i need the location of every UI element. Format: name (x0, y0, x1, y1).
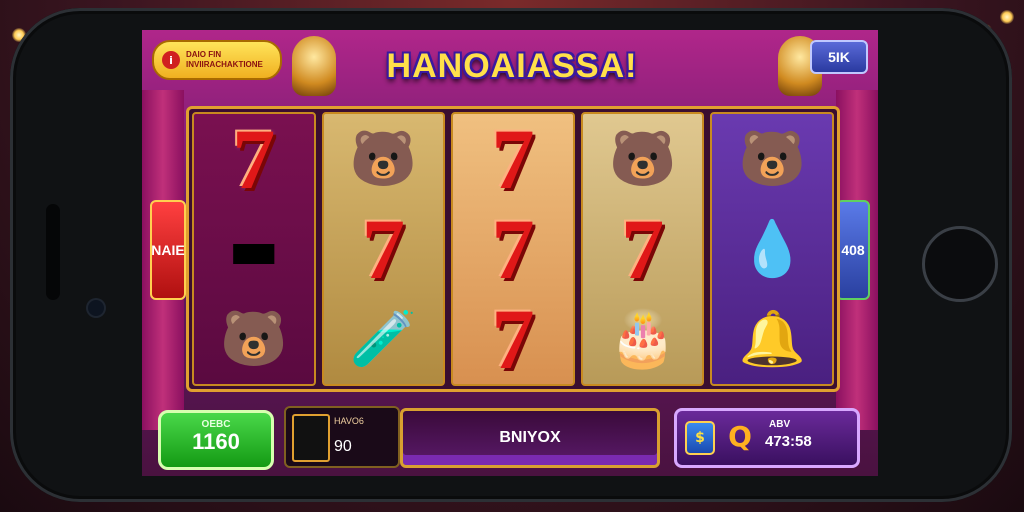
green-cap-bear-icon: 🐻 (608, 127, 677, 190)
side-left-label: NAIE (150, 200, 186, 300)
gold-bar-icon: ▬ (228, 217, 280, 281)
purple-potion-icon: 🧪 (349, 307, 418, 370)
left-lamp (292, 36, 336, 96)
red-seven-icon: 7 (491, 291, 535, 387)
dollar-icon[interactable]: $ (685, 421, 715, 455)
reel-5: 🐻 💧 🔔 (710, 112, 834, 386)
top-right-badge[interactable]: 5IK (810, 40, 868, 74)
info-line-1: DAIO FIN (186, 50, 222, 59)
reel-3: 777 (451, 112, 575, 386)
red-seven-icon: 7 (232, 111, 276, 207)
bet-selector[interactable]: HAVO6 90 (284, 406, 400, 468)
cake-crate-icon: 🎂 (608, 307, 677, 370)
info-button[interactable]: i DAIO FIN INVIIRACHAKTIONE (152, 40, 282, 80)
light-bulb (1000, 10, 1014, 24)
gold-bell-icon: 🔔 (738, 307, 806, 370)
reel-1: 7 ▬ 🐻 (192, 112, 316, 386)
credit-value: 1160 (192, 429, 240, 454)
bear-with-hat-icon: 🐻 (349, 127, 418, 190)
blue-gem-icon: 💧 (738, 217, 806, 280)
reel-4: 🐻 7 🎂 (580, 112, 705, 386)
bet-button[interactable] (292, 414, 330, 462)
red-seven-icon: 7 (491, 111, 535, 207)
bet-label: HAVO6 (334, 416, 364, 426)
brown-bear-icon: 🐻 (738, 127, 806, 190)
red-seven-icon: 7 (491, 201, 535, 297)
win-label: ABV (769, 419, 791, 430)
home-button[interactable] (922, 226, 998, 302)
info-icon: i (162, 51, 180, 69)
spin-button[interactable]: BNIYOX (400, 408, 660, 468)
reel-2: 🐻 7 🧪 (321, 112, 446, 386)
red-seven-icon: 7 (621, 201, 665, 297)
reels-frame: 7 ▬ 🐻 🐻 7 🧪 777 🐻 7 🎂 🐻 💧 🔔 (186, 106, 840, 392)
game-title: HANOAIASSA! (386, 47, 638, 85)
control-bar: OEBC 1160 HAVO6 90 BNIYOX $ Q ABV 473:58 (142, 400, 878, 476)
phone-camera (88, 300, 104, 316)
info-line-2: INVIIRACHAKTIONE (186, 60, 263, 69)
win-display: $ Q ABV 473:58 (674, 408, 860, 468)
bet-value: 90 (334, 438, 352, 455)
phone-speaker (46, 204, 60, 300)
blue-cap-bear-icon: 🐻 (220, 307, 288, 370)
win-value: 473:58 (765, 433, 812, 450)
spin-label: BNIYOX (499, 429, 561, 446)
info-text: DAIO FIN INVIIRACHAKTIONE (186, 50, 263, 70)
credit-display: OEBC 1160 (158, 410, 274, 470)
magnifier-icon[interactable]: Q (723, 421, 757, 453)
side-right-label: 408 (836, 200, 870, 300)
red-seven-icon: 7 (361, 201, 405, 297)
game-screen: i DAIO FIN INVIIRACHAKTIONE HANOAIASSA! … (142, 30, 878, 476)
